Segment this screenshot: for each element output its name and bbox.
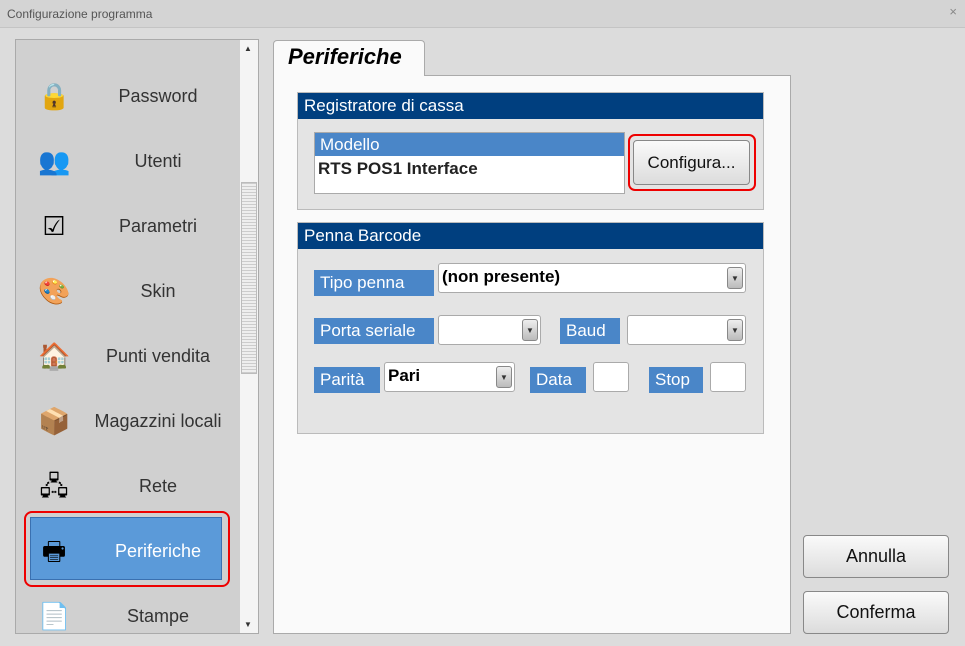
group-header: Registratore di cassa	[298, 93, 763, 119]
sidebar-item-label: Magazzini locali	[94, 411, 222, 431]
sidebar-item-parametri[interactable]: ☑ Parametri	[16, 195, 240, 257]
parita-label: Parità	[314, 367, 380, 393]
title-bar: Configurazione programma ×	[0, 0, 965, 28]
porta-seriale-select[interactable]: ▼	[438, 315, 541, 345]
sidebar-item-label: Rete	[138, 476, 178, 496]
confirm-button[interactable]: Conferma	[803, 591, 949, 634]
scroll-up-icon[interactable]: ▲	[244, 44, 252, 53]
parita-select[interactable]: Pari ▼	[384, 362, 515, 392]
scrollbar[interactable]: ▲ ▼	[240, 40, 258, 633]
chevron-down-icon[interactable]: ▼	[727, 319, 743, 341]
palette-icon: 🎨	[38, 276, 71, 306]
tab-periferiche[interactable]: Periferiche	[273, 40, 425, 76]
sidebar-item-label: Periferiche	[114, 541, 202, 561]
sidebar-item-label: Skin	[140, 281, 176, 301]
sidebar: 🔒 Password 👥 Utenti ☑ Parametri 🎨 Skin 🏠 Punti ve…	[15, 39, 259, 634]
stop-label: Stop	[649, 367, 703, 393]
chevron-down-icon[interactable]: ▼	[522, 319, 538, 341]
sidebar-item-password[interactable]: 🔒 Password	[16, 65, 240, 127]
chevron-down-icon[interactable]: ▼	[496, 366, 512, 388]
sidebar-item-stampe[interactable]: 📄 Stampe	[16, 585, 240, 633]
porta-seriale-label: Porta seriale	[314, 318, 434, 344]
sidebar-item-periferiche[interactable]: 🖶 Periferiche	[16, 520, 240, 582]
warehouse-add-icon: 📦	[38, 406, 71, 436]
list-header: Modello	[315, 133, 624, 156]
scroll-down-icon[interactable]: ▼	[244, 620, 252, 629]
list-item[interactable]: RTS POS1 Interface	[315, 156, 624, 182]
sidebar-item-utenti[interactable]: 👥 Utenti	[16, 130, 240, 192]
cancel-button[interactable]: Annulla	[803, 535, 949, 578]
sidebar-item-label: Password	[118, 86, 198, 106]
lock-icon: 🔒	[38, 81, 71, 111]
sidebar-item-label: Stampe	[126, 606, 190, 626]
sidebar-item-label: Parametri	[118, 216, 198, 236]
group-header: Penna Barcode	[298, 223, 763, 249]
sidebar-item-label: Utenti	[134, 151, 182, 171]
sidebar-item-label: Punti vendita	[105, 346, 211, 366]
tipo-penna-select[interactable]: (non presente) ▼	[438, 263, 746, 293]
stop-input[interactable]	[710, 362, 746, 392]
print-settings-icon: 📄	[38, 601, 71, 631]
chevron-down-icon[interactable]: ▼	[727, 267, 743, 289]
window-title: Configurazione programma	[7, 7, 153, 21]
selected-value: Pari	[388, 366, 421, 385]
data-input[interactable]	[593, 362, 629, 392]
selected-value: (non presente)	[442, 267, 561, 286]
sidebar-item-magazzini-locali[interactable]: 📦 Magazzini locali	[16, 390, 240, 452]
baud-label: Baud	[560, 318, 620, 344]
model-list[interactable]: Modello RTS POS1 Interface	[314, 132, 625, 194]
sidebar-item-rete[interactable]: 🖧 Rete	[16, 455, 240, 517]
store-add-icon: 🏠	[38, 341, 71, 371]
cash-register-icon: 🖶	[41, 536, 67, 566]
sidebar-item-punti-vendita[interactable]: 🏠 Punti vendita	[16, 325, 240, 387]
parameters-icon: ☑	[42, 211, 66, 241]
network-icon: 🖧	[39, 471, 69, 501]
scrollbar-thumb[interactable]	[241, 182, 257, 374]
configure-button[interactable]: Configura...	[633, 140, 750, 185]
baud-select[interactable]: ▼	[627, 315, 746, 345]
tipo-penna-label: Tipo penna	[314, 270, 434, 296]
data-label: Data	[530, 367, 586, 393]
close-icon[interactable]: ×	[949, 4, 957, 19]
sidebar-item-skin[interactable]: 🎨 Skin	[16, 260, 240, 322]
users-icon: 👥	[38, 146, 71, 176]
